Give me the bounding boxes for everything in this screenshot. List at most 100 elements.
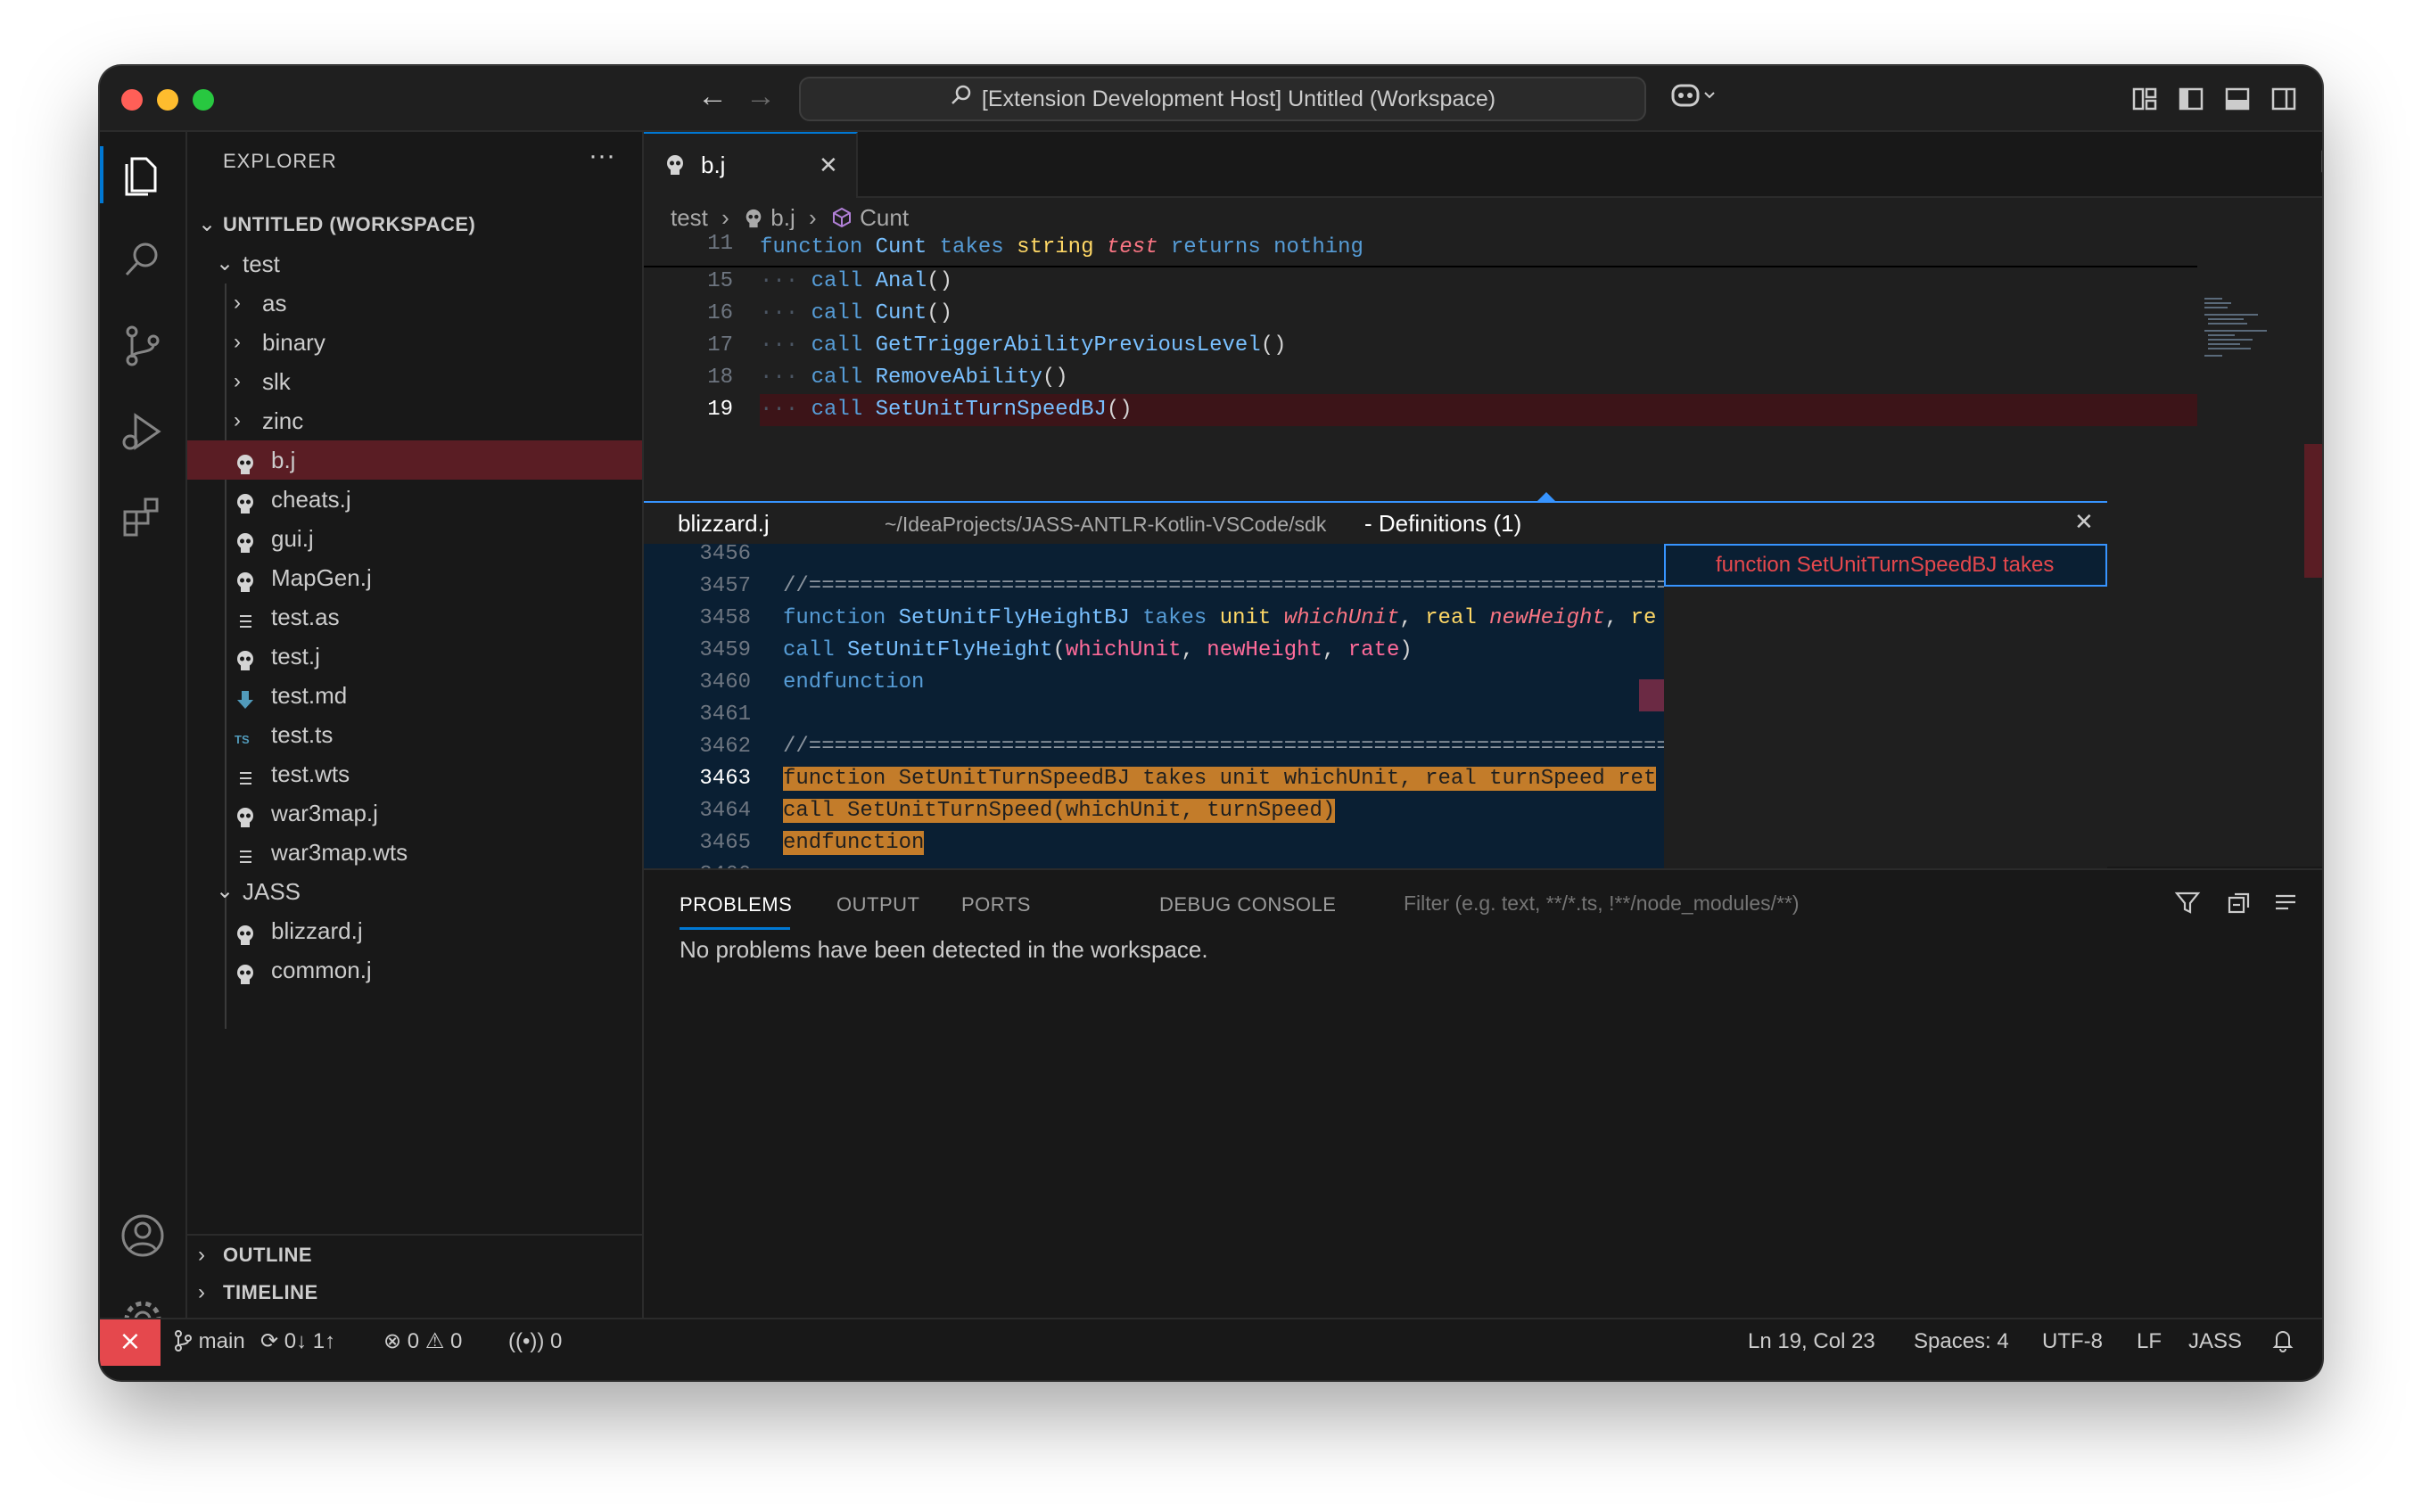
end-of-line[interactable]: LF: [2137, 1319, 2162, 1364]
peek-code-line[interactable]: endfunction: [783, 827, 925, 859]
breadcrumb-symbol[interactable]: Cunt: [860, 204, 909, 231]
extensions-icon[interactable]: [118, 492, 168, 542]
folder-jass[interactable]: ⌄ JASS: [187, 872, 642, 911]
branch-status[interactable]: main: [173, 1319, 245, 1364]
filter-input[interactable]: [1402, 884, 1851, 922]
folder-binary[interactable]: › binary: [187, 323, 642, 362]
toggle-panel-icon[interactable]: [2224, 86, 2251, 117]
tab-debug-console[interactable]: DEBUG CONSOLE: [1159, 893, 1336, 916]
tab-output[interactable]: OUTPUT: [836, 893, 919, 916]
file-common-j[interactable]: common.j: [187, 950, 642, 990]
error-icon: ⊗: [383, 1329, 402, 1353]
activity-bar: [100, 132, 187, 1338]
filter-icon[interactable]: [2174, 890, 2201, 921]
file-item[interactable]: cheats.j: [187, 480, 642, 519]
minimap[interactable]: [2201, 292, 2299, 515]
file-item[interactable]: war3map.wts: [187, 833, 642, 872]
indentation[interactable]: Spaces: 4: [1914, 1319, 2009, 1364]
source-control-icon[interactable]: [118, 321, 168, 371]
peek-line-number: 3465: [699, 831, 751, 855]
close-icon[interactable]: ✕: [819, 152, 838, 179]
peek-code-line[interactable]: function SetUnitTurnSpeedBJ takes unit w…: [783, 763, 1657, 795]
code-line[interactable]: ··· call Anal(): [760, 266, 952, 298]
forward-arrow-icon[interactable]: →: [746, 78, 776, 114]
copilot-icon[interactable]: [1669, 80, 1719, 117]
peek-code-line[interactable]: call SetUnitTurnSpeed(whichUnit, turnSpe…: [783, 795, 1336, 827]
file-item[interactable]: test.as: [187, 597, 642, 637]
collapse-all-icon[interactable]: [2226, 890, 2253, 921]
file-item[interactable]: MapGen.j: [187, 558, 642, 597]
close-window-button[interactable]: [121, 89, 143, 111]
cursor-position[interactable]: Ln 19, Col 23: [1748, 1319, 1875, 1364]
folder-test[interactable]: ⌄ test: [187, 244, 642, 284]
code-line[interactable]: ··· call Cunt(): [760, 298, 952, 330]
zoom-window-button[interactable]: [193, 89, 214, 111]
outline-section[interactable]: › OUTLINE: [187, 1234, 642, 1275]
more-actions-icon[interactable]: ···: [589, 141, 615, 171]
problems-status[interactable]: ⊗ 0 ⚠ 0: [383, 1319, 462, 1364]
run-debug-icon[interactable]: [118, 407, 168, 456]
workspace-header[interactable]: ⌄ UNTITLED (WORKSPACE): [187, 205, 642, 244]
file-blizzard-j[interactable]: blizzard.j: [187, 911, 642, 950]
split-editor-icon[interactable]: [2320, 148, 2322, 179]
code-line[interactable]: ··· call SetUnitTurnSpeedBJ(): [760, 394, 1133, 426]
peek-line-number: 3459: [699, 638, 751, 662]
file-item[interactable]: b.j: [187, 440, 642, 480]
file-item[interactable]: test.j: [187, 637, 642, 676]
peek-code-line[interactable]: //======================================…: [783, 731, 1664, 763]
peek-code-line[interactable]: endfunction: [783, 667, 924, 699]
chevron-right-icon: ›: [234, 330, 241, 354]
peek-file[interactable]: blizzard.j: [678, 510, 770, 538]
language-mode[interactable]: JASS: [2188, 1319, 2242, 1364]
file-label: war3map.j: [271, 800, 378, 826]
close-icon[interactable]: ✕: [2074, 508, 2094, 536]
command-center[interactable]: [Extension Development Host] Untitled (W…: [799, 77, 1646, 121]
sidebar-title: EXPLORER: [223, 150, 337, 172]
explorer-icon[interactable]: [100, 146, 168, 203]
chevron-right-icon: ›: [234, 408, 241, 432]
code-line[interactable]: ··· call RemoveAbility(): [760, 362, 1068, 394]
peek-path: ~/IdeaProjects/JASS-ANTLR-Kotlin-VSCode/…: [885, 513, 1327, 536]
breadcrumb-file[interactable]: b.j: [770, 204, 795, 231]
maximize-panel-icon[interactable]: [2319, 890, 2322, 921]
word-wrap-icon[interactable]: [2272, 890, 2299, 921]
editor-group: b.j ✕ ··· test › b.j › Cunt 11 function …: [644, 132, 2322, 931]
folder-as[interactable]: › as: [187, 284, 642, 323]
back-arrow-icon[interactable]: ←: [697, 78, 728, 114]
scrollbar[interactable]: [2304, 444, 2322, 578]
timeline-section[interactable]: › TIMELINE: [187, 1273, 642, 1312]
sync-status[interactable]: ⟳ 0↓ 1↑: [260, 1319, 335, 1364]
tab-ports[interactable]: PORTS: [961, 893, 1031, 916]
breadcrumb-folder[interactable]: test: [671, 204, 708, 231]
bell-icon[interactable]: [2272, 1319, 2294, 1364]
folder-zinc[interactable]: › zinc: [187, 401, 642, 440]
file-item[interactable]: war3map.j: [187, 793, 642, 833]
file-item[interactable]: test.wts: [187, 754, 642, 793]
tab-problems[interactable]: PROBLEMS: [680, 893, 792, 916]
sticky-code-line[interactable]: function Cunt takes string test returns …: [760, 232, 1363, 264]
toggle-primary-sidebar-icon[interactable]: [2178, 86, 2204, 117]
peek-code-line[interactable]: call SetUnitFlyHeight(whichUnit, newHeig…: [783, 635, 1413, 667]
peek-code-line[interactable]: //======================================…: [783, 571, 1664, 603]
search-icon[interactable]: [118, 235, 168, 285]
code-line[interactable]: ··· call GetTriggerAbilityPreviousLevel(…: [760, 330, 1287, 362]
accounts-icon[interactable]: [118, 1211, 168, 1261]
tab-b-j[interactable]: b.j ✕: [644, 132, 858, 198]
file-item[interactable]: gui.j: [187, 519, 642, 558]
ports-status[interactable]: ((•)) 0: [508, 1319, 562, 1364]
toggle-secondary-sidebar-icon[interactable]: [2270, 86, 2297, 117]
encoding[interactable]: UTF-8: [2042, 1319, 2103, 1364]
peek-line-number: 3461: [699, 703, 751, 727]
file-label: cheats.j: [271, 486, 351, 513]
customize-layout-icon[interactable]: [2131, 86, 2158, 117]
peek-code-line[interactable]: function SetUnitFlyHeightBJ takes unit w…: [783, 603, 1656, 635]
file-item[interactable]: test.md: [187, 676, 642, 715]
peek-reference-item[interactable]: function SetUnitTurnSpeedBJ takes: [1664, 544, 2107, 587]
skull-icon: [234, 488, 257, 514]
skull-icon: [234, 958, 257, 984]
file-item[interactable]: TS test.ts: [187, 715, 642, 754]
chevron-down-icon: ⌄: [216, 879, 235, 903]
remote-indicator[interactable]: ⨯: [100, 1319, 161, 1366]
minimize-window-button[interactable]: [157, 89, 178, 111]
folder-slk[interactable]: › slk: [187, 362, 642, 401]
